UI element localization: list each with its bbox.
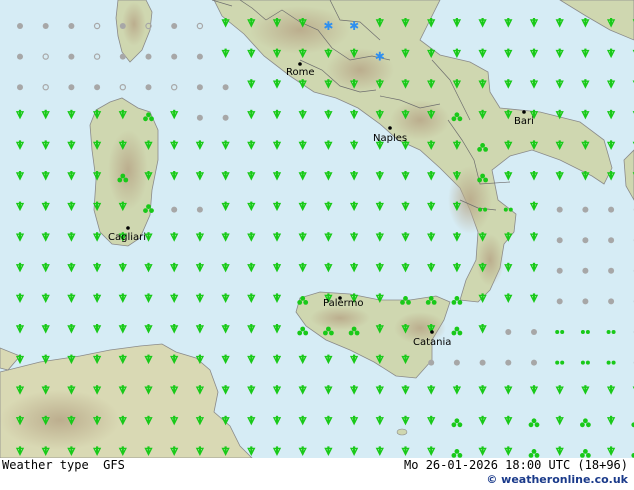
cloud-icon [17, 23, 23, 29]
city-label-palermo: Palermo [323, 298, 363, 309]
cloud-icon [196, 206, 203, 213]
cloud-icon [453, 359, 460, 366]
cloud-icon [68, 53, 75, 60]
product-name: Weather type [2, 458, 89, 472]
cloud-icon [17, 53, 23, 60]
model-name: GFS [103, 458, 125, 472]
cloud-icon [582, 237, 589, 244]
city-label-bari: Bari [514, 116, 534, 127]
cloud-icon [608, 298, 615, 305]
city-palermo[interactable]: Palermo [323, 296, 363, 309]
cloud-icon [196, 53, 203, 60]
cloud-icon [479, 359, 486, 366]
snow-icon [349, 19, 360, 33]
snow-icon [323, 19, 334, 33]
cloud-icon [505, 329, 512, 335]
cloud-icon [171, 53, 178, 60]
cloud-icon [582, 206, 589, 213]
cloud-icon [68, 84, 75, 91]
cloud-icon [196, 84, 203, 91]
cloud-icon [222, 114, 229, 121]
cloud-icon [119, 23, 126, 29]
cloud-icon [68, 23, 75, 29]
weather-map: ✱ [0, 0, 634, 458]
cloud-icon [556, 237, 563, 244]
cloud-icon [171, 206, 178, 213]
cloud-icon [505, 359, 512, 366]
cloud-icon [145, 53, 152, 60]
cloud-icon [119, 53, 126, 60]
city-label-naples: Naples [373, 133, 407, 144]
cloud-icon [582, 267, 589, 274]
land-malta [396, 428, 408, 436]
cloud-icon [531, 359, 537, 366]
cloud-icon [556, 298, 563, 305]
cloud-icon [608, 206, 615, 213]
cloud-icon [222, 84, 229, 91]
cloud-icon [17, 84, 23, 91]
city-label-rome: Rome [286, 67, 315, 78]
snow-icon [374, 49, 385, 64]
cloud-icon [42, 23, 49, 29]
cloud-icon [145, 84, 152, 91]
cloud-icon [196, 114, 203, 121]
valid-time: Mo 26-01-2026 18:00 UTC (18+96) [404, 458, 628, 472]
cloud-icon [171, 23, 178, 29]
cloud-icon [531, 329, 537, 335]
city-label-cagliari: Cagliari [108, 232, 146, 243]
cloud-icon [608, 237, 615, 244]
cloud-icon [94, 84, 101, 91]
cloud-icon [556, 267, 563, 274]
copyright-link[interactable]: © weatheronline.co.uk [486, 473, 628, 486]
cloud-icon [582, 298, 589, 305]
map-title: Weather type GFS [2, 458, 125, 472]
footer: Weather type GFS Mo 26-01-2026 18:00 UTC… [0, 458, 634, 490]
city-label-catania: Catania [413, 337, 451, 348]
cloud-icon [556, 206, 563, 213]
cloud-icon [608, 267, 615, 274]
cloud-icon [428, 359, 435, 366]
